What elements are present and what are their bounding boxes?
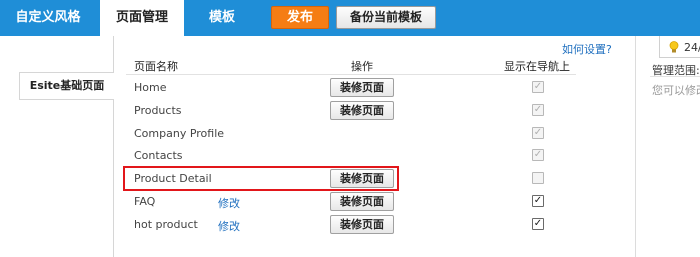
table-row: hot product 修改 装修页面 ✓: [126, 214, 576, 236]
page-name: hot product: [134, 218, 198, 231]
lightbulb-icon: [669, 41, 679, 53]
table-row: Company Profile ✓: [126, 123, 576, 145]
tab-page-management[interactable]: 页面管理: [100, 0, 184, 36]
management-scope-desc: 您可以修改: [652, 84, 700, 97]
show-in-nav-checkbox: ✓: [532, 149, 544, 161]
decorate-page-button[interactable]: 装修页面: [330, 78, 394, 97]
header-divider: [126, 74, 576, 75]
right-divider: [650, 76, 700, 77]
tip-counter: 24/: [684, 41, 700, 54]
backup-template-button[interactable]: 备份当前模板: [336, 6, 436, 29]
show-in-nav-checkbox: ✓: [532, 127, 544, 139]
table-row: Contacts ✓: [126, 145, 576, 167]
table-row: FAQ 修改 装修页面 ✓: [126, 191, 576, 213]
page-name: Company Profile: [134, 127, 225, 140]
decorate-page-button[interactable]: 装修页面: [330, 101, 394, 120]
decorate-page-button[interactable]: 装修页面: [330, 215, 394, 234]
publish-button[interactable]: 发布: [271, 6, 329, 29]
header-action: 操作: [351, 60, 373, 73]
table-row: Home 装修页面 ✓: [126, 77, 576, 99]
tab-template[interactable]: 模板: [190, 0, 254, 36]
page-name: Contacts: [134, 149, 183, 162]
header-page-name: 页面名称: [134, 60, 178, 73]
edit-link[interactable]: 修改: [218, 218, 240, 234]
show-in-nav-checkbox[interactable]: ✓: [532, 218, 544, 230]
show-in-nav-checkbox: [532, 172, 544, 184]
edit-link[interactable]: 修改: [218, 195, 240, 211]
table-row: Products 装修页面 ✓: [126, 100, 576, 122]
show-in-nav-checkbox: ✓: [532, 104, 544, 116]
page-name: FAQ: [134, 195, 156, 208]
tab-custom-style[interactable]: 自定义风格: [0, 0, 96, 36]
show-in-nav-checkbox: ✓: [532, 81, 544, 93]
highlight-box: [123, 166, 399, 191]
sidebar-divider: [113, 36, 114, 257]
right-panel-divider: [635, 36, 636, 257]
how-to-set-link[interactable]: 如何设置?: [562, 41, 612, 57]
top-nav-bar: 自定义风格 页面管理 模板 发布 备份当前模板: [0, 0, 700, 36]
header-show-in-nav: 显示在导航上: [504, 60, 570, 73]
page-name: Products: [134, 104, 182, 117]
page-name: Home: [134, 81, 167, 94]
show-in-nav-checkbox[interactable]: ✓: [532, 195, 544, 207]
decorate-page-button[interactable]: 装修页面: [330, 192, 394, 211]
sidebar-item-esite-basic-pages[interactable]: Esite基础页面: [19, 72, 114, 100]
